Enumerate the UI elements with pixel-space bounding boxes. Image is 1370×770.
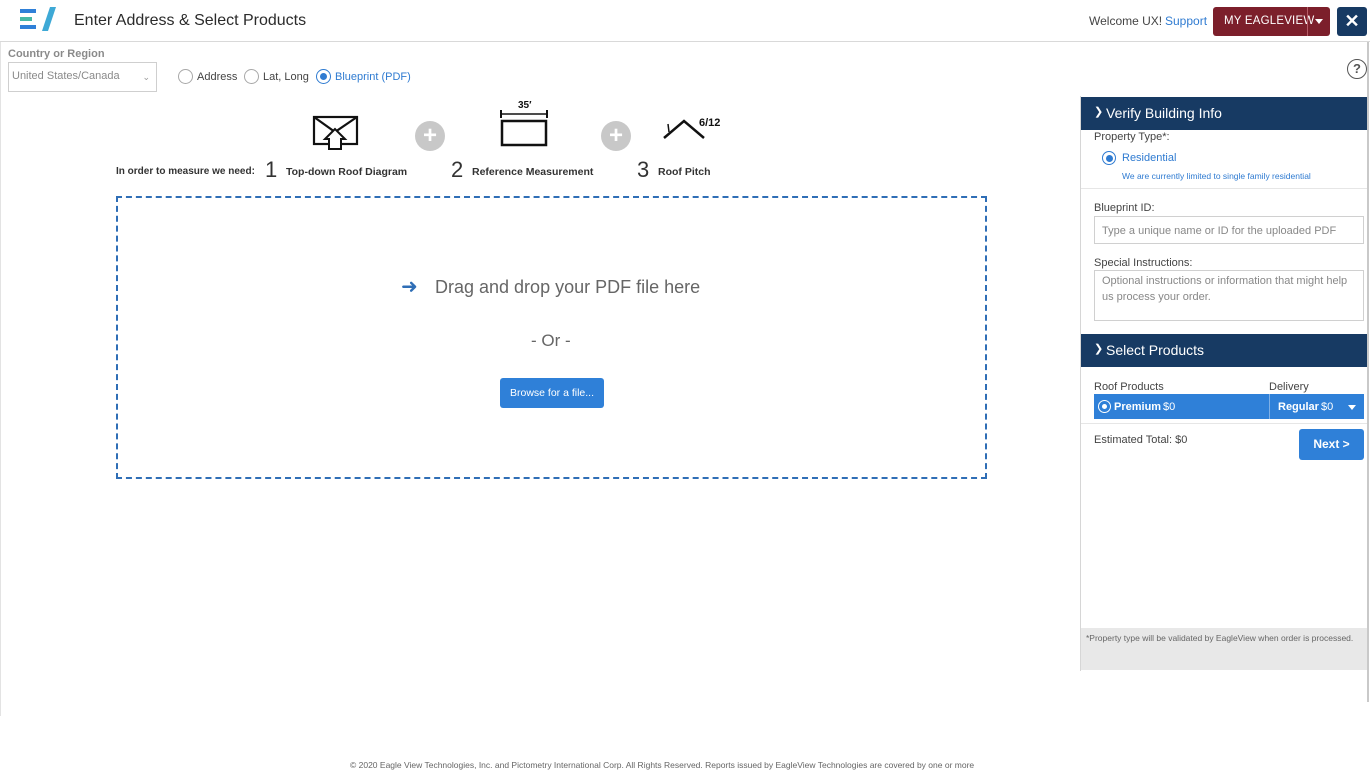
next-button[interactable]: Next >: [1299, 429, 1364, 460]
country-select[interactable]: United States/Canada ⌄: [8, 62, 157, 92]
page-title: Enter Address & Select Products: [74, 12, 307, 29]
verify-building-title: Verify Building Info: [1106, 105, 1222, 121]
plus-icon: +: [415, 121, 445, 151]
estimated-total: Estimated Total: $0: [1094, 434, 1188, 446]
select-products-title: Select Products: [1106, 342, 1205, 358]
divider: [1081, 423, 1367, 424]
measurement-icon-text: 35′: [518, 100, 532, 111]
caret-down-icon[interactable]: [1348, 405, 1356, 410]
step-label: Top-down Roof Diagram: [286, 166, 408, 178]
roof-diagram-icon: [312, 115, 359, 150]
latlong-label[interactable]: Lat, Long: [263, 71, 309, 83]
welcome-text: Welcome UX!: [1089, 14, 1163, 28]
step-number: 1: [265, 157, 278, 182]
step-number: 2: [451, 157, 464, 182]
footnote-text: *Property type will be validated by Eagl…: [1086, 633, 1354, 643]
chevron-down-icon: ❯: [1094, 106, 1104, 118]
my-eagleview-label: MY EAGLEVIEW: [1224, 15, 1315, 27]
property-note: We are currently limited to single famil…: [1122, 171, 1311, 181]
address-radio[interactable]: [178, 69, 193, 84]
delivery-price: $0: [1321, 401, 1334, 413]
requirements-intro: In order to measure we need:: [116, 166, 255, 177]
button-separator: [1307, 7, 1308, 36]
special-instructions-placeholder: Optional instructions or information tha…: [1102, 275, 1348, 303]
support-link[interactable]: Support: [1165, 14, 1207, 28]
top-header: Enter Address & Select Products Welcome …: [0, 0, 1370, 42]
blueprint-label[interactable]: Blueprint (PDF): [335, 71, 411, 83]
roof-products-header: Roof Products: [1094, 381, 1164, 393]
pdf-dropzone[interactable]: ➜ Drag and drop your PDF file here - Or …: [116, 196, 987, 479]
blueprint-id-label: Blueprint ID:: [1094, 202, 1155, 214]
caret-down-icon[interactable]: [1315, 19, 1323, 24]
chevron-down-icon: ⌄: [142, 72, 150, 82]
address-label[interactable]: Address: [197, 71, 237, 83]
divider: [1081, 188, 1367, 189]
close-button[interactable]: ✕: [1337, 7, 1367, 36]
blueprint-id-placeholder: Type a unique name or ID for the uploade…: [1102, 225, 1337, 237]
app-window: Enter Address & Select Products Welcome …: [0, 0, 1370, 770]
delivery-header: Delivery: [1269, 381, 1309, 393]
product-name: Premium: [1114, 401, 1162, 413]
help-icon[interactable]: ?: [1347, 59, 1367, 79]
latlong-radio[interactable]: [244, 69, 259, 84]
copyright-text: © 2020 Eagle View Technologies, Inc. and…: [350, 760, 975, 770]
residential-label[interactable]: Residential: [1122, 152, 1176, 164]
country-value: United States/Canada: [12, 70, 120, 82]
step-label: Roof Pitch: [658, 166, 711, 178]
blueprint-id-input[interactable]: Type a unique name or ID for the uploade…: [1094, 216, 1364, 244]
product-radio[interactable]: [1098, 400, 1111, 413]
special-instructions-textarea[interactable]: Optional instructions or information tha…: [1094, 270, 1364, 321]
roof-pitch-icon-text: 6/12: [699, 117, 720, 129]
property-type-label: Property Type*:: [1094, 131, 1170, 143]
special-instructions-label: Special Instructions:: [1094, 257, 1193, 269]
separator: [1269, 394, 1270, 419]
or-text: - Or -: [531, 331, 571, 350]
country-label: Country or Region: [8, 48, 105, 60]
dropzone-text: Drag and drop your PDF file here: [435, 277, 701, 297]
delivery-select[interactable]: Regular: [1278, 401, 1319, 413]
plus-icon: +: [601, 121, 631, 151]
blueprint-radio[interactable]: [316, 69, 331, 84]
eagleview-logo: [20, 7, 56, 31]
browse-file-button[interactable]: Browse for a file...: [500, 378, 604, 408]
product-price: $0: [1163, 401, 1176, 413]
measurement-icon: 35′: [500, 100, 548, 147]
roof-pitch-icon: 6/12: [663, 117, 720, 139]
step-label: Reference Measurement: [472, 166, 594, 178]
my-eagleview-button[interactable]: MY EAGLEVIEW: [1213, 7, 1330, 36]
scrollbar[interactable]: [1367, 42, 1369, 702]
residential-radio[interactable]: [1102, 151, 1116, 165]
left-border: [0, 42, 1, 716]
arrow-right-icon: ➜: [401, 276, 418, 298]
step-number: 3: [637, 157, 650, 182]
chevron-down-icon: ❯: [1094, 343, 1104, 355]
verify-building-header[interactable]: ❯ Verify Building Info: [1081, 97, 1367, 130]
product-row-premium[interactable]: Premium $0 Regular $0: [1094, 394, 1364, 419]
panel-footnote: *Property type will be validated by Eagl…: [1081, 628, 1367, 670]
select-products-header[interactable]: ❯ Select Products: [1081, 334, 1367, 367]
